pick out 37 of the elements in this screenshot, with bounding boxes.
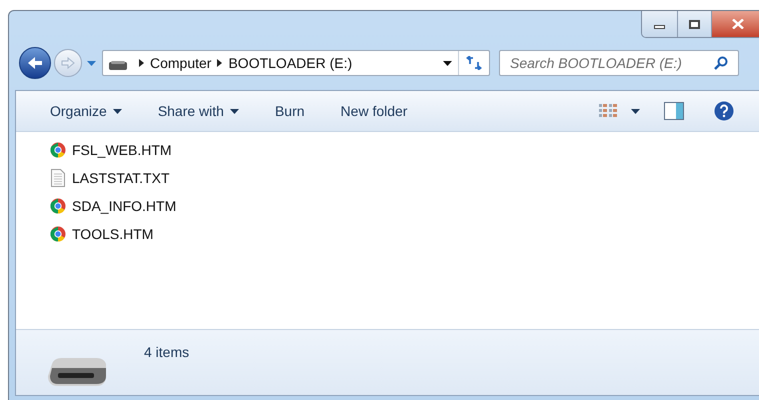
breadcrumb-item[interactable]: Computer [150, 52, 212, 74]
file-item[interactable]: FSL_WEB.HTM [50, 140, 172, 160]
search-icon [714, 56, 728, 70]
back-arrow-icon [27, 56, 43, 70]
search-field[interactable]: Search BOOTLOADER (E:) [499, 50, 739, 76]
forward-arrow-icon [61, 57, 75, 69]
address-bar[interactable]: Computer BOOTLOADER (E:) [102, 50, 490, 76]
file-item[interactable]: TOOLS.HTM [50, 224, 154, 244]
item-count: 4 items [144, 343, 190, 362]
browser-icon [50, 142, 66, 158]
file-item[interactable]: SDA_INFO.HTM [50, 196, 176, 216]
pane-icon [664, 102, 684, 120]
help-icon [714, 101, 734, 121]
minimize-button[interactable] [642, 11, 678, 37]
toolbar-button[interactable]: Burn [266, 96, 313, 126]
refresh-icon [466, 56, 482, 70]
close-button[interactable] [712, 11, 759, 37]
back-button[interactable] [19, 47, 51, 79]
browser-icon [50, 226, 66, 242]
drive-icon [109, 60, 127, 70]
maximize-button[interactable] [678, 11, 712, 37]
chevron-icon [217, 59, 222, 67]
toolbar-button[interactable]: New folder [332, 96, 416, 126]
breadcrumb-item[interactable]: BOOTLOADER (E:) [228, 52, 352, 74]
caret-icon [631, 108, 640, 114]
caret-icon [443, 60, 452, 66]
toolbar-button[interactable]: Share with [150, 96, 247, 126]
browser-icon [50, 198, 66, 214]
view-grid-icon [599, 103, 617, 119]
caret-icon [230, 108, 239, 114]
toolbar-button[interactable]: Organize [42, 96, 130, 126]
caret-icon [86, 60, 96, 66]
text-file-icon [51, 169, 65, 187]
close-icon [732, 19, 744, 29]
caret-icon [112, 108, 122, 114]
file-item[interactable]: LASTSTAT.TXT [50, 168, 170, 188]
chevron-icon [139, 59, 144, 67]
